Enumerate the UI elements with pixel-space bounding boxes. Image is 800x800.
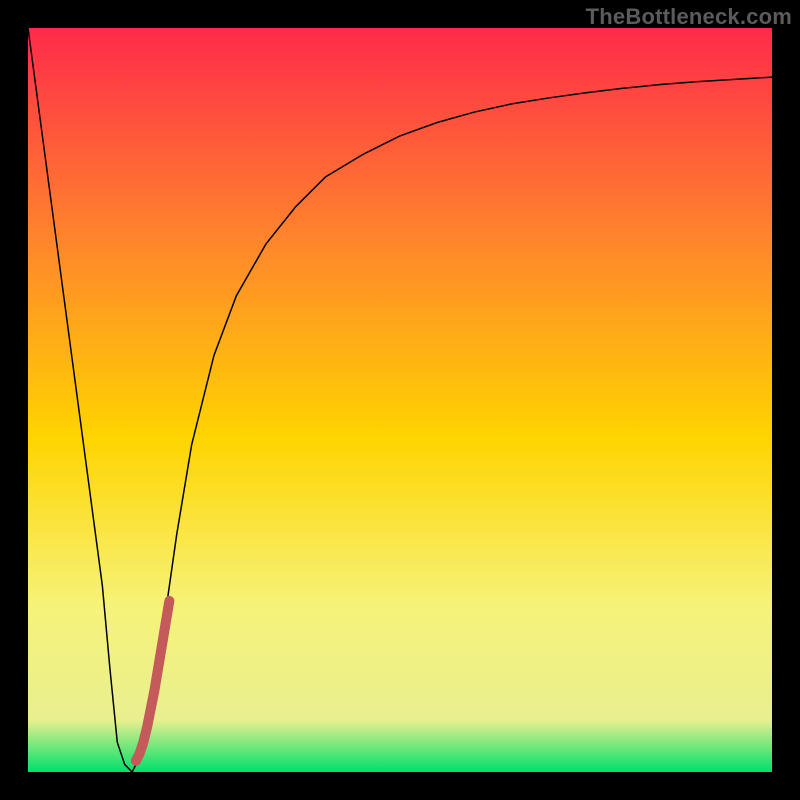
chart-frame: TheBottleneck.com [0,0,800,800]
plot-svg [28,28,772,772]
watermark-text: TheBottleneck.com [586,4,792,30]
plot-area [28,28,772,772]
gradient-background [28,28,772,772]
